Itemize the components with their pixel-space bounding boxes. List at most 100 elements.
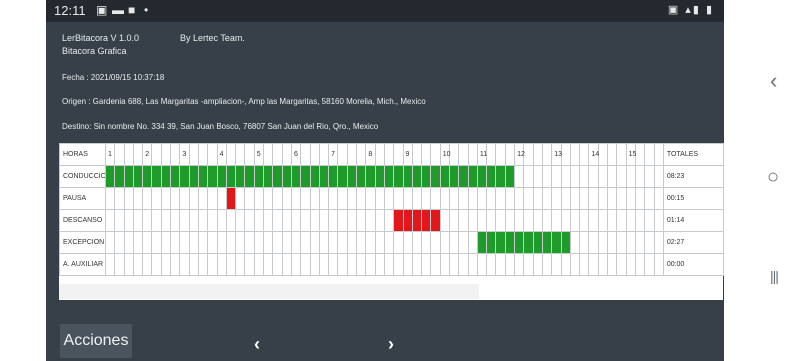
activity-cell [281, 187, 292, 210]
activity-cell [272, 231, 283, 254]
activity-cell-filled [504, 231, 516, 254]
activity-cell [588, 165, 599, 188]
activity-cell [644, 165, 655, 188]
app-subtitle: Bitacora Grafica [62, 46, 127, 56]
quarter-header-cell [132, 143, 144, 166]
activity-cell [486, 253, 497, 276]
activity-cell [318, 209, 330, 232]
prev-arrow-icon[interactable]: ‹ [254, 334, 260, 355]
activity-cell-filled [197, 165, 209, 188]
activity-cell [300, 209, 311, 232]
activity-cell [114, 187, 125, 210]
activity-cell [355, 231, 367, 254]
activity-cell [365, 187, 376, 210]
activity-cell [411, 253, 423, 276]
activity-cell [411, 187, 423, 210]
scroll-thumb[interactable] [59, 284, 479, 299]
activity-cell [439, 209, 451, 232]
activity-cell [216, 209, 227, 232]
activity-cell [393, 231, 404, 254]
activity-cell [579, 231, 590, 254]
activity-cell [170, 209, 181, 232]
activity-cell [197, 253, 209, 276]
activity-cell [532, 253, 543, 276]
activity-cell [532, 209, 543, 232]
row-total: 08:23 [662, 165, 724, 188]
activity-cell [309, 253, 320, 276]
activity-cell [151, 231, 162, 254]
activity-cell [123, 231, 134, 254]
activity-cell [560, 187, 571, 210]
quarter-header-cell [458, 143, 469, 166]
activity-cell-filled [393, 209, 404, 232]
activity-cell [253, 231, 265, 254]
table-row: CONDUCCION 08:23 [59, 165, 724, 188]
activity-cell [290, 187, 302, 210]
recents-nav-icon[interactable]: ||| [770, 268, 779, 284]
activity-cell [514, 253, 525, 276]
mail-icon: ■ [128, 3, 136, 17]
back-nav-icon[interactable]: ‹ [770, 68, 777, 94]
activity-cell [597, 209, 609, 232]
activity-cell [495, 209, 506, 232]
phone-screen: 12:11 ▣ ▬ ■ • ▣ ▴▮ ▮ LerBitacora V 1.0.0… [46, 0, 724, 361]
quarter-header-cell [188, 143, 199, 166]
activity-cell [597, 165, 609, 188]
hours-header-row: HORAS 1 2 3 4 5 6 7 8 9 10 11 12 13 14 15 TOTALES [59, 143, 724, 166]
activity-cell [634, 253, 646, 276]
activity-cell [328, 209, 339, 232]
activity-cell [235, 253, 246, 276]
home-nav-icon[interactable]: ○ [767, 166, 779, 189]
activity-cell-filled [337, 165, 348, 188]
activity-cell [132, 253, 144, 276]
activity-cell [551, 165, 562, 188]
activity-cell-filled [486, 231, 497, 254]
activity-cell-filled [160, 165, 172, 188]
quarter-header-cell [411, 143, 423, 166]
activity-cell [197, 231, 209, 254]
activity-cell [439, 231, 451, 254]
activity-cell [374, 187, 385, 210]
quarter-header-cell [337, 143, 348, 166]
activity-cell [300, 231, 311, 254]
activity-cell-filled [207, 165, 218, 188]
activity-cell [458, 187, 469, 210]
quarter-header-cell [634, 143, 646, 166]
activity-cell [235, 209, 246, 232]
app-title: LerBitacora V 1.0.0 [62, 33, 140, 43]
activity-cell [634, 209, 646, 232]
activity-cell [588, 231, 599, 254]
quarter-header-cell [616, 143, 627, 166]
activity-cell [430, 231, 441, 254]
scroll-band[interactable] [59, 283, 723, 300]
activity-cell-filled [476, 231, 488, 254]
activity-cell [160, 253, 172, 276]
activity-cell [467, 253, 478, 276]
quarter-header-cell [151, 143, 162, 166]
acciones-button[interactable]: Acciones [60, 324, 132, 358]
activity-cell [504, 253, 516, 276]
activity-cell [616, 187, 627, 210]
activity-cell [625, 165, 636, 188]
activity-cell-filled [179, 165, 190, 188]
activity-cell-filled [235, 165, 246, 188]
activity-cell [104, 187, 116, 210]
activity-cell [309, 231, 320, 254]
row-total: 01:14 [662, 209, 724, 232]
activity-cell [263, 253, 274, 276]
quarter-header-cell [393, 143, 404, 166]
activity-cell [207, 187, 218, 210]
activity-cell [216, 231, 227, 254]
activity-cell [560, 165, 571, 188]
activity-cell-filled [309, 165, 320, 188]
activity-cell [607, 187, 618, 210]
dot-icon: • [144, 3, 149, 17]
quarter-header-cell [244, 143, 255, 166]
activity-cell [374, 209, 385, 232]
next-arrow-icon[interactable]: › [388, 334, 394, 355]
table-row: DESCANSO 01:14 [59, 209, 724, 232]
activity-cell [272, 253, 283, 276]
activity-cell-filled [281, 165, 292, 188]
activity-cell [309, 187, 320, 210]
activity-cell [458, 209, 469, 232]
